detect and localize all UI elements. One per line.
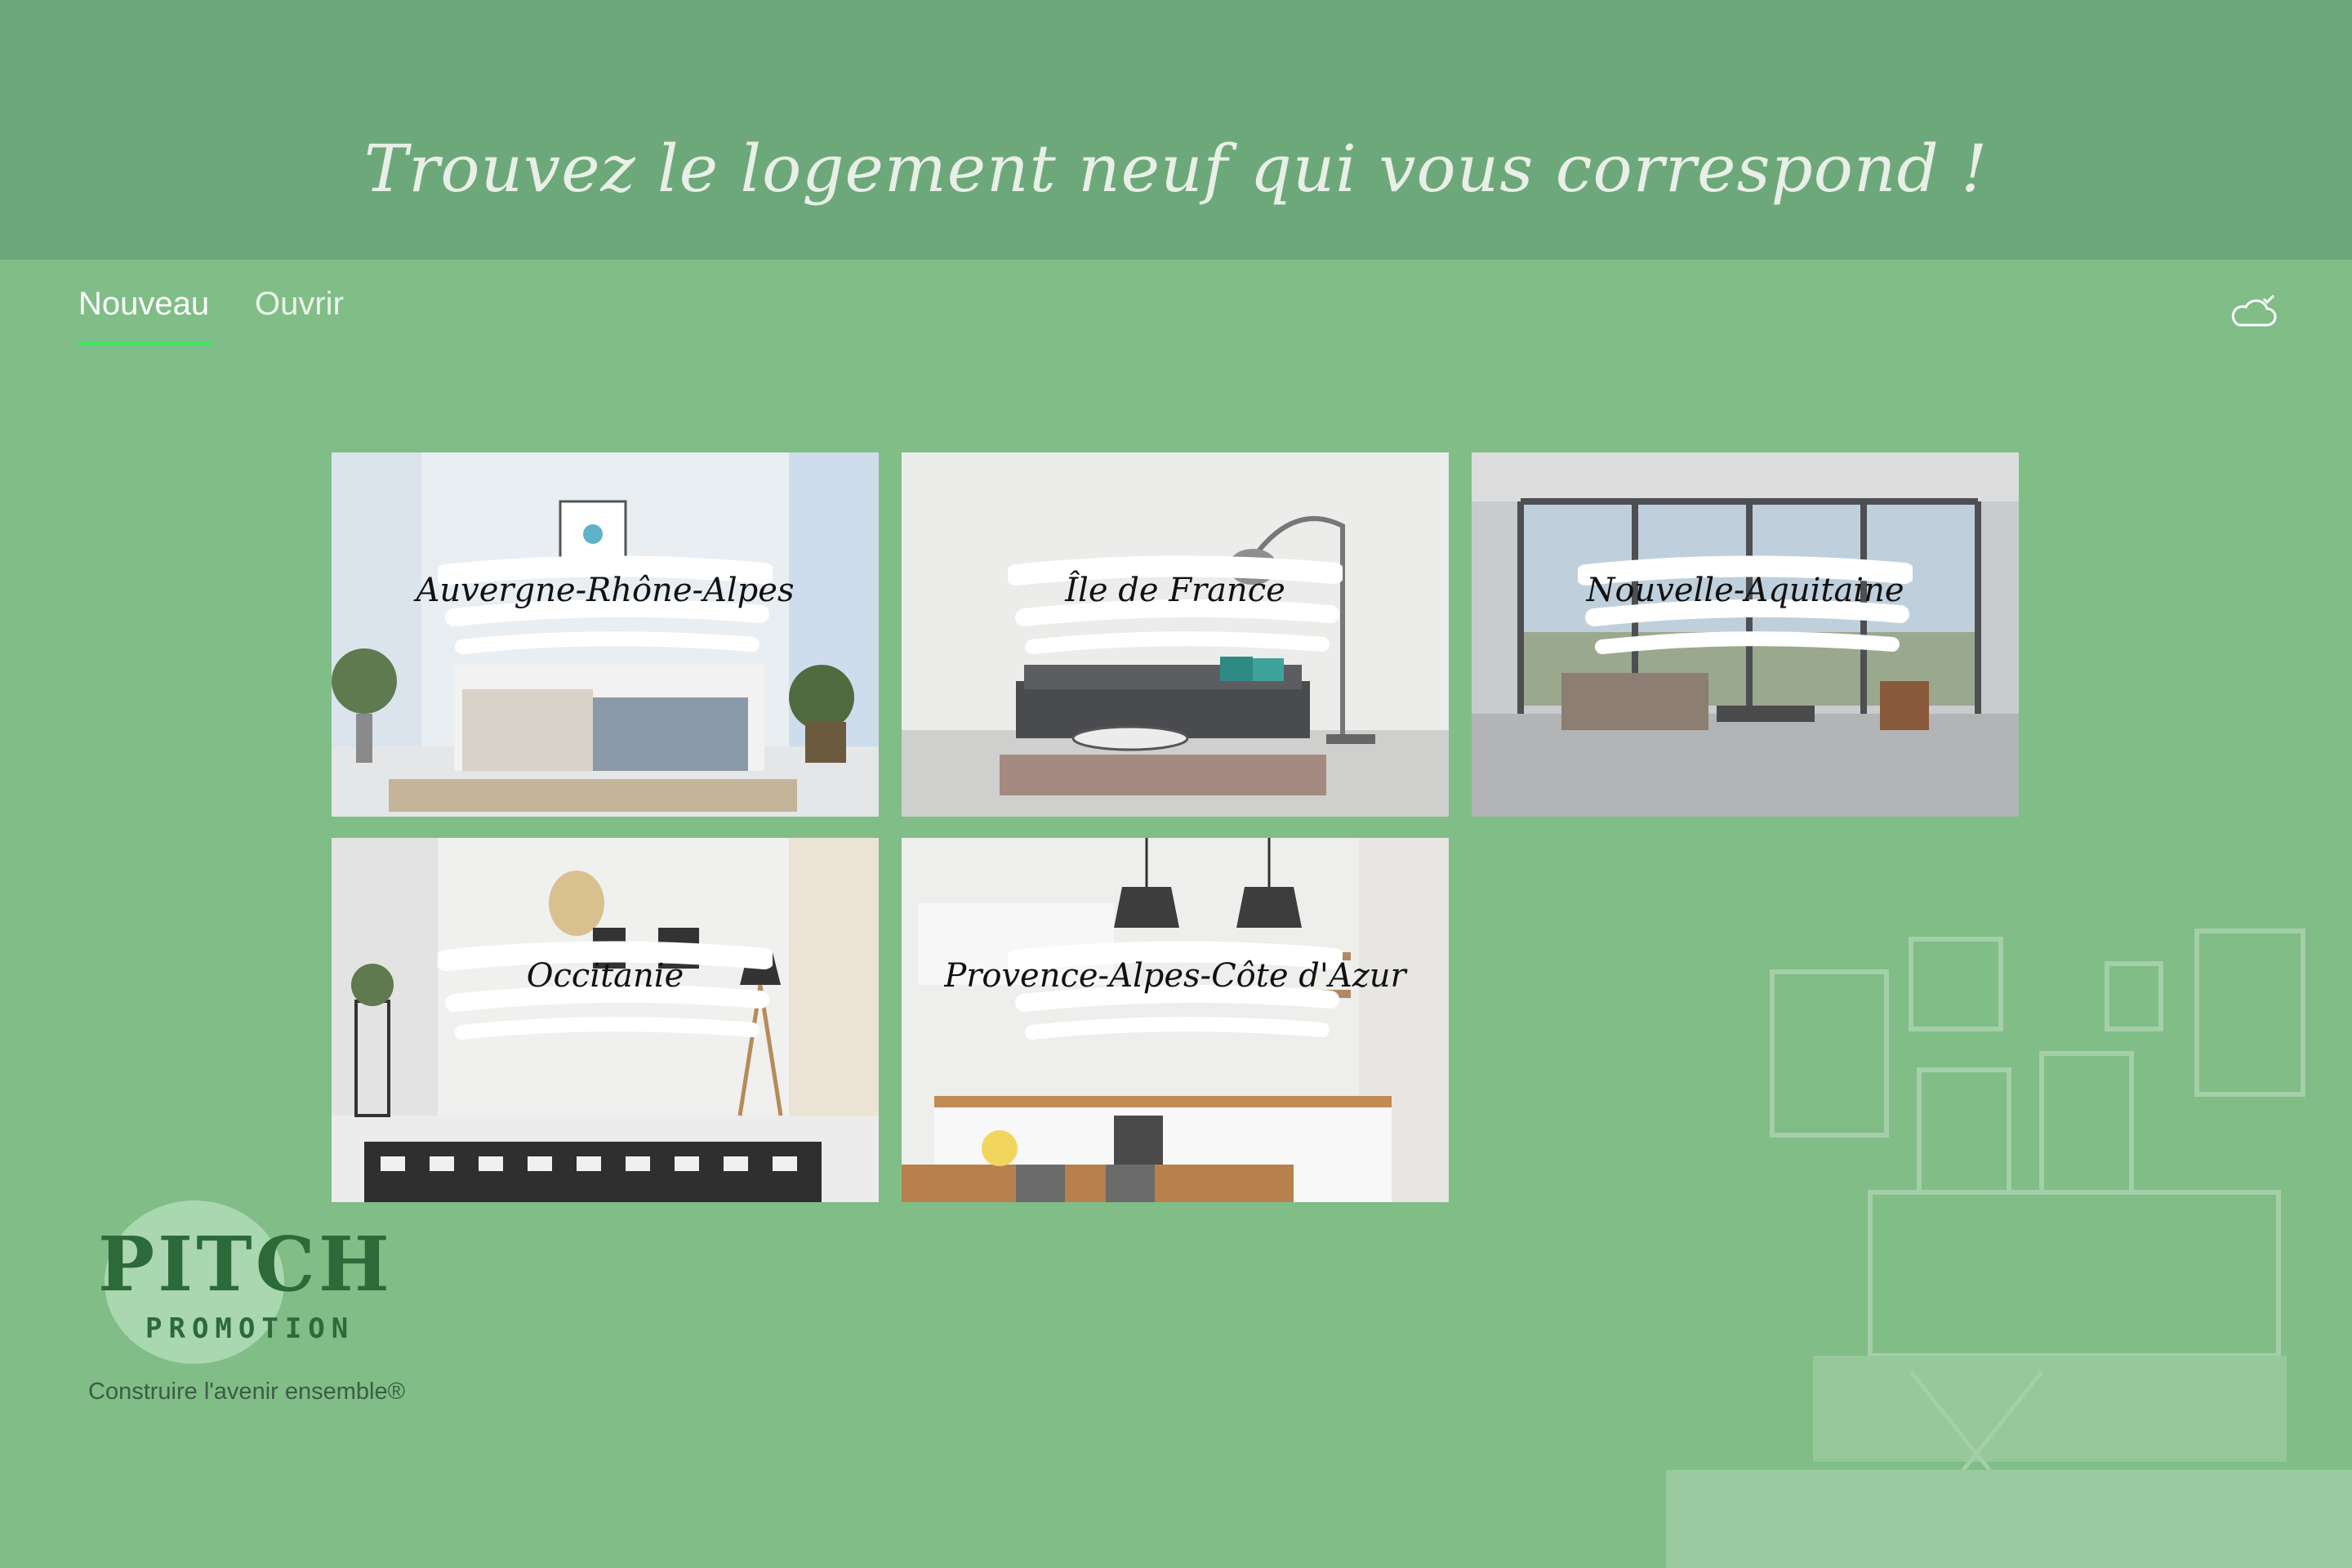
active-tab-indicator [78,341,212,345]
svg-text:PITCH: PITCH [98,1220,393,1308]
page-title: Trouvez le logement neuf qui vous corres… [363,131,1989,207]
region-card-occitanie[interactable]: Occitanie [332,838,879,1202]
header-banner: Trouvez le logement neuf qui vous corres… [0,0,2352,260]
region-card-ile-de-france[interactable]: Île de France [902,452,1449,817]
region-label: Île de France [1065,572,1285,609]
region-label: Nouvelle-Aquitaine [1586,572,1904,609]
region-card-provence-alpes-cote-d-azur[interactable]: Provence-Alpes-Côte d'Azur [902,838,1449,1202]
brand-tagline: Construire l'avenir ensemble® [88,1379,405,1405]
tab-ouvrir[interactable]: Ouvrir [255,286,344,323]
region-card-nouvelle-aquitaine[interactable]: Nouvelle-Aquitaine [1472,452,2019,817]
cloud-check-icon[interactable] [2228,294,2280,332]
region-label: Auvergne-Rhône-Alpes [416,572,795,609]
region-label: Occitanie [526,957,684,995]
region-label: Provence-Alpes-Côte d'Azur [944,957,1406,995]
background-interior-illustration [1666,929,2352,1568]
svg-text:PROMOTION: PROMOTION [145,1312,354,1345]
region-card-auvergne-rhone-alpes[interactable]: Auvergne-Rhône-Alpes [332,452,879,817]
tab-nouveau[interactable]: Nouveau [78,286,209,323]
